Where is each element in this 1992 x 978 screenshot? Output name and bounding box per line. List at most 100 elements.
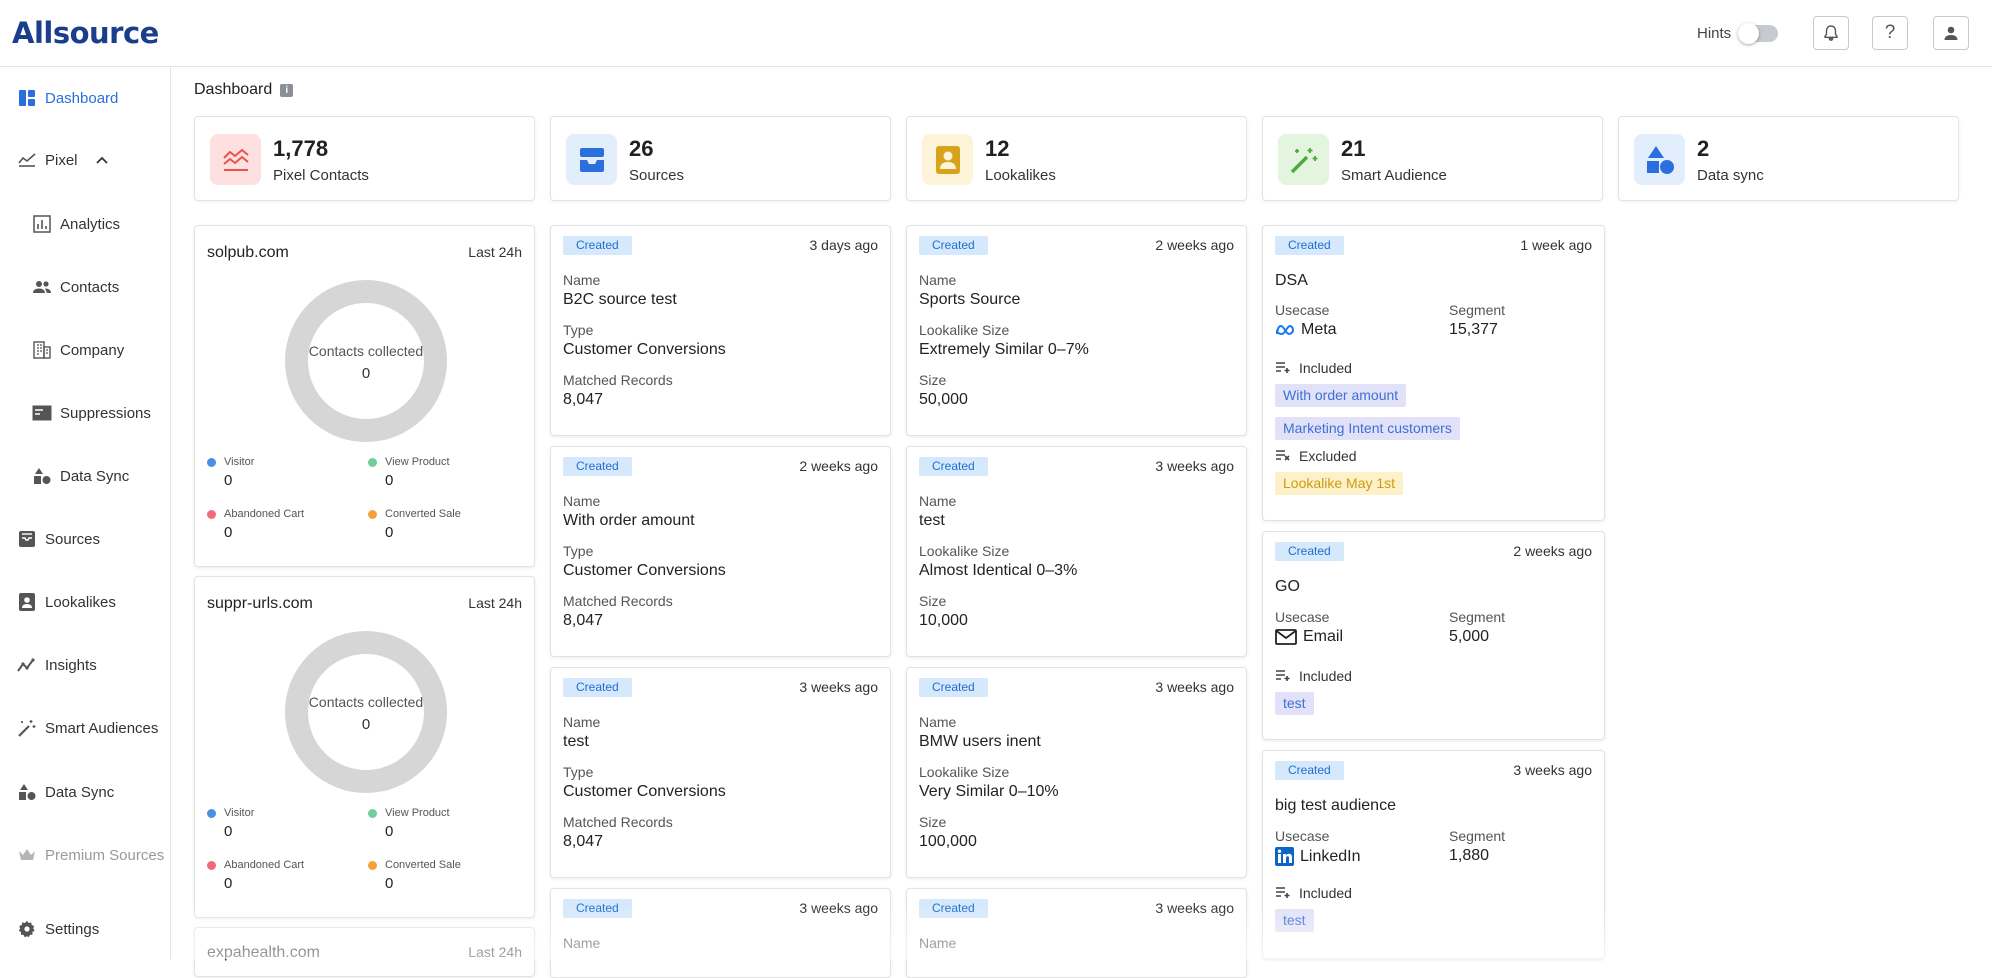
audience-title: DSA — [1275, 272, 1308, 289]
lookalike-card[interactable]: Created 3 weeks ago Name — [906, 888, 1247, 978]
name-label: Name — [563, 272, 601, 288]
source-name: B2C source test — [563, 291, 677, 308]
pixel-domain-card[interactable]: solpub.com Last 24h Contacts collected 0… — [194, 225, 535, 567]
size-label: Size — [919, 814, 947, 830]
excluded-chip[interactable]: Lookalike May 1st — [1275, 472, 1404, 495]
info-icon[interactable]: i — [280, 83, 294, 97]
sidebar-item-company[interactable]: Company — [31, 338, 124, 362]
source-card[interactable]: Created 3 days ago Name B2C source test … — [550, 225, 891, 436]
stat-card-smart-audience[interactable]: 21 Smart Audience — [1262, 116, 1603, 201]
sources-icon — [566, 134, 617, 185]
magic-wand-icon — [1278, 134, 1329, 185]
lookalike-card[interactable]: Created 3 weeks ago Name test Lookalike … — [906, 446, 1247, 657]
domain-name: expahealth.com — [207, 944, 320, 961]
dashboard-icon — [16, 88, 38, 108]
legend-value: 0 — [385, 823, 394, 840]
usecase-value: Email — [1275, 628, 1343, 646]
usecase-label: Usecase — [1275, 828, 1330, 844]
lookalike-size-label: Lookalike Size — [919, 322, 1010, 338]
segment-label: Segment — [1449, 609, 1506, 625]
app-logo[interactable]: Allsource — [12, 16, 159, 50]
help-icon: ? — [1884, 22, 1896, 43]
lookalike-size: 50,000 — [919, 391, 968, 408]
contacts-donut: Contacts collected 0 — [285, 631, 447, 793]
usecase-value: LinkedIn — [1275, 847, 1361, 866]
legend-name: Visitor — [224, 456, 255, 468]
legend-dot — [368, 808, 377, 818]
sidebar-item-dashboard[interactable]: Dashboard — [16, 86, 118, 110]
stat-label: Smart Audience — [1341, 167, 1447, 184]
created-ago: 2 weeks ago — [1155, 237, 1234, 253]
sidebar-item-suppressions[interactable]: Suppressions — [31, 401, 151, 425]
hints-toggle[interactable] — [1738, 23, 1778, 44]
sidebar-item-label: Company — [60, 341, 125, 359]
lookalike-card[interactable]: Created 3 weeks ago Name BMW users inent… — [906, 667, 1247, 878]
stat-value: 26 — [629, 136, 654, 161]
legend-value: 0 — [224, 823, 233, 840]
legend-item: View Product 0 — [368, 456, 450, 489]
lookalike-size-label: Lookalike Size — [919, 764, 1010, 780]
sidebar-item-sources[interactable]: Sources — [16, 527, 100, 551]
sidebar-item-smart-audiences[interactable]: Smart Audiences — [16, 716, 158, 740]
audience-title: big test audience — [1275, 797, 1396, 814]
insights-icon — [16, 655, 38, 675]
data-sync-icon — [31, 466, 53, 486]
donut-value: 0 — [361, 715, 371, 733]
pixel-domain-card[interactable]: suppr-urls.com Last 24h Contacts collect… — [194, 576, 535, 918]
smart-audience-card[interactable]: Created 2 weeks ago GO Usecase Email Seg… — [1262, 531, 1605, 740]
meta-icon — [1275, 324, 1295, 336]
source-card[interactable]: Created 3 weeks ago Name — [550, 888, 891, 978]
sidebar-item-label: Analytics — [60, 215, 121, 233]
smart-audience-card[interactable]: Created 3 weeks ago big test audience Us… — [1262, 750, 1605, 959]
sidebar-item-data-sync-2[interactable]: Data Sync — [16, 780, 114, 804]
sidebar-item-data-sync[interactable]: Data Sync — [31, 464, 129, 488]
included-chip[interactable]: Marketing Intent customers — [1275, 417, 1460, 440]
segment-value: 1,880 — [1449, 847, 1490, 864]
notifications-button[interactable] — [1813, 16, 1849, 50]
created-ago: 3 weeks ago — [1155, 900, 1234, 916]
sidebar-item-label: Suppressions — [60, 404, 151, 422]
included-chip[interactable]: test — [1275, 909, 1314, 932]
account-button[interactable] — [1933, 16, 1969, 50]
sidebar-item-premium-sources[interactable]: Premium Sources — [16, 843, 164, 867]
status-badge: Created — [919, 678, 988, 697]
lookalike-size: 100,000 — [919, 833, 977, 850]
smart-audience-card[interactable]: Created 1 week ago DSA Usecase Meta Segm… — [1262, 225, 1605, 521]
excluded-label: Excluded — [1299, 448, 1357, 464]
stat-card-sources[interactable]: 26 Sources — [550, 116, 891, 201]
sidebar-item-settings[interactable]: Settings — [16, 917, 99, 941]
included-chip[interactable]: With order amount — [1275, 384, 1407, 407]
sidebar-item-label: Smart Audiences — [45, 719, 159, 737]
page-title-text: Dashboard — [194, 81, 273, 98]
sidebar-item-insights[interactable]: Insights — [16, 653, 97, 677]
pixel-domain-card[interactable]: expahealth.com Last 24h — [194, 927, 535, 977]
stat-card-lookalikes[interactable]: 12 Lookalikes — [906, 116, 1247, 201]
sidebar-item-lookalikes[interactable]: Lookalikes — [16, 590, 116, 614]
source-card[interactable]: Created 3 weeks ago Name test Type Custo… — [550, 667, 891, 878]
account-icon — [1944, 26, 1958, 40]
chevron-up-icon[interactable] — [95, 156, 108, 164]
legend-item: Converted Sale 0 — [368, 508, 461, 541]
status-badge: Created — [1275, 542, 1344, 561]
source-card[interactable]: Created 2 weeks ago Name With order amou… — [550, 446, 891, 657]
settings-icon — [16, 919, 38, 939]
included-chip[interactable]: test — [1275, 692, 1314, 715]
stat-card-data-sync[interactable]: 2 Data sync — [1618, 116, 1959, 201]
sidebar-item-pixel[interactable]: Pixel — [16, 148, 108, 172]
sidebar-item-contacts[interactable]: Contacts — [31, 275, 119, 299]
toggle-knob — [1738, 23, 1759, 44]
help-button[interactable]: ? — [1872, 16, 1908, 50]
lookalike-card[interactable]: Created 2 weeks ago Name Sports Source L… — [906, 225, 1247, 436]
legend-dot — [207, 808, 216, 818]
sidebar-item-label: Contacts — [60, 278, 120, 296]
pixel-contacts-icon — [210, 134, 261, 185]
stat-card-pixel-contacts[interactable]: 1,778 Pixel Contacts — [194, 116, 535, 201]
status-badge: Created — [919, 457, 988, 476]
lookalike-similarity: Almost Identical 0–3% — [919, 562, 1078, 579]
legend-name: Visitor — [224, 807, 255, 819]
records-label: Matched Records — [563, 593, 673, 609]
type-label: Type — [563, 322, 594, 338]
excluded-row: Excluded — [1275, 448, 1357, 464]
source-type: Customer Conversions — [563, 341, 726, 358]
sidebar-item-analytics[interactable]: Analytics — [31, 212, 120, 236]
